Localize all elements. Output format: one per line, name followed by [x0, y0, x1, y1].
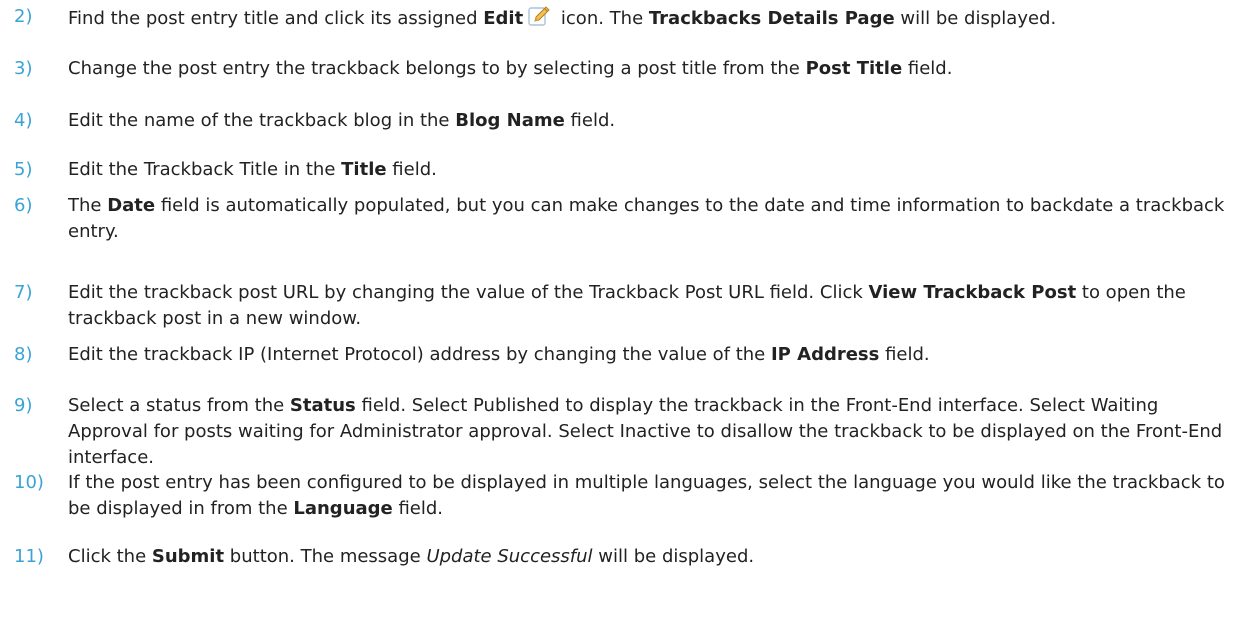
- step-italic-message: Update Successful: [426, 546, 593, 567]
- step-text: The Date field is automatically populate…: [68, 195, 1224, 242]
- step-text-segment: If the post entry has been configured to…: [68, 472, 1225, 519]
- step-text-segment: field is automatically populated, but yo…: [68, 195, 1225, 242]
- step-text: Find the post entry title and click its …: [68, 6, 1057, 29]
- step-text-segment: Edit the name of the trackback blog in t…: [68, 110, 456, 131]
- pencil-edit-icon: [527, 4, 551, 28]
- step-emphasis: IP Address: [770, 344, 880, 365]
- step-text-segment: Edit the trackback post URL by changing …: [68, 282, 869, 303]
- step-text-segment: Click the: [68, 546, 152, 567]
- step-item: 6) The Date field is automatically popula…: [0, 193, 1259, 245]
- step-item: 7) Edit the trackback post URL by changin…: [0, 280, 1259, 332]
- step-number: 10): [14, 472, 44, 493]
- step-text: Edit the trackback post URL by changing …: [68, 282, 1186, 329]
- step-text: Edit the Trackback Title in the Title fi…: [68, 159, 437, 180]
- step-number: 3): [14, 58, 33, 79]
- step-emphasis: Status: [289, 395, 356, 416]
- step-number: 4): [14, 110, 33, 131]
- step-text-segment: button. The message: [224, 546, 427, 567]
- step-item: 5) Edit the Trackback Title in the Title …: [0, 157, 1259, 183]
- step-text-segment: icon. The: [555, 8, 649, 29]
- step-item: 8) Edit the trackback IP (Internet Protoc…: [0, 342, 1259, 368]
- step-item: 3) Change the post entry the trackback be…: [0, 56, 1259, 82]
- step-text-segment: will be displayed.: [894, 8, 1057, 29]
- step-emphasis: Language: [293, 498, 393, 519]
- step-number: 9): [14, 395, 33, 416]
- step-text-segment: field.: [564, 110, 616, 131]
- step-number: 5): [14, 159, 33, 180]
- step-item: 4) Edit the name of the trackback blog in…: [0, 108, 1259, 134]
- step-text-segment: field.: [392, 498, 444, 519]
- step-emphasis: Edit: [483, 8, 524, 29]
- step-text: Select a status from the Status field. S…: [68, 395, 1222, 468]
- step-item: 9) Select a status from the Status field.…: [0, 393, 1259, 471]
- step-number: 8): [14, 344, 33, 365]
- step-text-segment: Find the post entry title and click its …: [68, 8, 484, 29]
- step-emphasis: Title: [341, 159, 387, 180]
- step-text: Click the Submit button. The message Upd…: [68, 546, 754, 567]
- step-text-segment: Edit the Trackback Title in the: [68, 159, 342, 180]
- step-number: 11): [14, 546, 44, 567]
- step-text-segment: Change the post entry the trackback belo…: [68, 58, 806, 79]
- step-text-segment: field.: [902, 58, 953, 79]
- step-emphasis: Date: [107, 195, 156, 216]
- step-text: Edit the name of the trackback blog in t…: [68, 110, 615, 131]
- step-item: 11) Click the Submit button. The message …: [0, 544, 1259, 570]
- step-emphasis: Post Title: [805, 58, 903, 79]
- step-text: Edit the trackback IP (Internet Protocol…: [68, 344, 930, 365]
- step-text: Change the post entry the trackback belo…: [68, 58, 952, 79]
- step-text-segment: Edit the trackback IP (Internet Protocol…: [68, 344, 771, 365]
- step-item: 2) Find the post entry title and click it…: [0, 4, 1259, 32]
- step-text-segment: The: [68, 195, 108, 216]
- step-emphasis: View Trackback Post: [868, 282, 1077, 303]
- step-text-segment: Select a status from the: [68, 395, 290, 416]
- step-emphasis: Blog Name: [455, 110, 565, 131]
- step-emphasis: Trackbacks Details Page: [648, 8, 895, 29]
- step-text-segment: field.: [879, 344, 930, 365]
- step-text: If the post entry has been configured to…: [68, 472, 1225, 519]
- step-text-segment: will be displayed.: [592, 546, 755, 567]
- step-number: 7): [14, 282, 33, 303]
- step-text-segment: field.: [386, 159, 437, 180]
- step-item: 10) If the post entry has been configured…: [0, 470, 1259, 522]
- step-emphasis: Submit: [151, 546, 225, 567]
- step-number: 2): [14, 6, 33, 27]
- step-number: 6): [14, 195, 33, 216]
